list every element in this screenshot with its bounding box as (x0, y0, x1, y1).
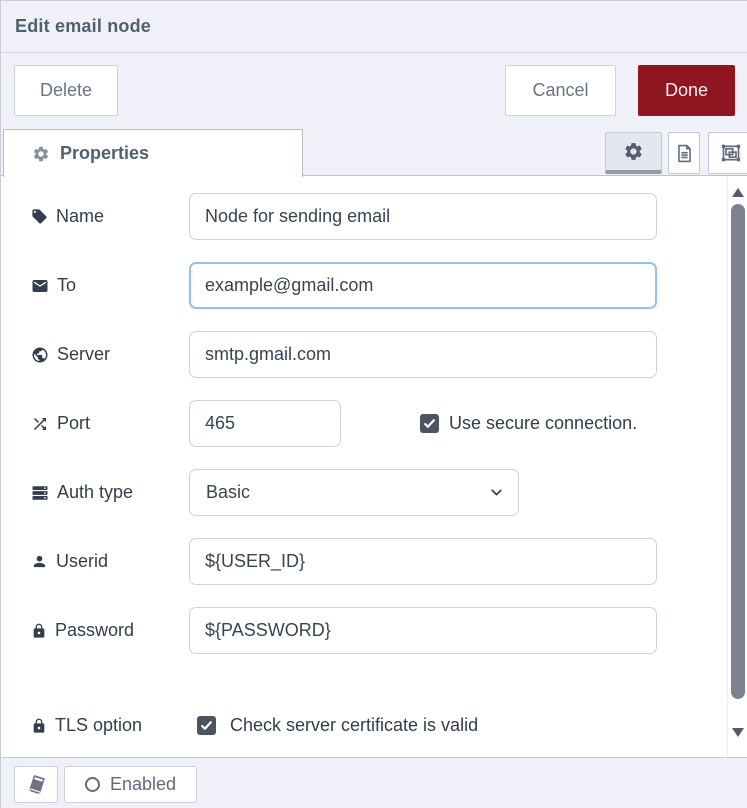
tab-row: Properties (1, 127, 747, 176)
port-label: Port (31, 400, 90, 447)
check-certificate-label: Check server certificate is valid (230, 702, 478, 749)
lock-icon (31, 718, 47, 734)
node-enabled-toggle[interactable]: Enabled (64, 766, 197, 803)
password-label: Password (31, 607, 134, 654)
to-label-text: To (57, 275, 76, 296)
auth-type-label-text: Auth type (57, 482, 133, 503)
password-label-text: Password (55, 620, 134, 641)
book-icon (26, 774, 47, 795)
to-input[interactable] (189, 262, 657, 309)
tab-properties-label: Properties (60, 143, 149, 164)
name-label-text: Name (56, 206, 104, 227)
tag-icon (31, 208, 48, 225)
auth-type-selected-value: Basic (206, 482, 250, 503)
form-row-server: Server (1, 331, 727, 378)
form-row-userid: Userid (1, 538, 727, 585)
server-stack-icon (31, 484, 49, 502)
form-row-to: To (1, 262, 727, 309)
user-icon (31, 553, 48, 570)
document-icon (675, 144, 694, 163)
chevron-down-icon (488, 484, 505, 501)
port-label-text: Port (57, 413, 90, 434)
dialog-title: Edit email node (15, 16, 151, 37)
scroll-thumb[interactable] (731, 204, 745, 699)
tls-option-label-text: TLS option (55, 715, 142, 736)
name-label: Name (31, 193, 104, 240)
form-row-tls-option: TLS option Check server certificate is v… (1, 702, 727, 749)
userid-input[interactable] (189, 538, 657, 585)
check-icon (423, 417, 436, 430)
gear-icon (623, 141, 644, 162)
gear-icon (32, 145, 50, 163)
server-label-text: Server (57, 344, 110, 365)
enabled-label: Enabled (110, 774, 176, 795)
edit-email-node-dialog: Edit email node Delete Cancel Done Prope… (0, 0, 747, 808)
userid-label: Userid (31, 538, 108, 585)
secure-connection-label: Use secure connection. (449, 400, 637, 447)
to-label: To (31, 262, 76, 309)
cancel-button[interactable]: Cancel (505, 65, 616, 116)
properties-tab-button[interactable] (605, 132, 662, 174)
status-circle-icon (85, 777, 100, 792)
globe-icon (31, 346, 49, 364)
dialog-footer: Enabled (1, 757, 747, 808)
scroll-up-arrow[interactable] (732, 188, 744, 197)
dialog-header: Edit email node (1, 1, 747, 53)
password-input[interactable] (189, 607, 657, 654)
check-certificate-checkbox[interactable] (197, 716, 216, 735)
node-help-button[interactable] (14, 766, 58, 803)
action-button-bar: Delete Cancel Done (1, 53, 747, 127)
object-group-icon (721, 143, 741, 163)
lock-icon (31, 623, 47, 639)
userid-label-text: Userid (56, 551, 108, 572)
auth-type-select[interactable]: Basic (189, 469, 519, 516)
envelope-icon (31, 277, 49, 295)
delete-button[interactable]: Delete (14, 65, 118, 116)
check-icon (200, 719, 213, 732)
done-button[interactable]: Done (638, 65, 735, 116)
name-input[interactable] (189, 193, 657, 240)
tab-properties[interactable]: Properties (3, 129, 303, 177)
form-row-name: Name (1, 193, 727, 240)
secure-connection-checkbox[interactable] (420, 414, 439, 433)
form-row-auth-type: Auth type Basic (1, 469, 727, 516)
auth-type-label: Auth type (31, 469, 133, 516)
shuffle-icon (31, 415, 49, 433)
description-tab-button[interactable] (668, 132, 700, 174)
tls-option-label: TLS option (31, 702, 142, 749)
scrollbar[interactable] (727, 176, 747, 757)
form-row-password: Password (1, 607, 727, 654)
server-input[interactable] (189, 331, 657, 378)
server-label: Server (31, 331, 110, 378)
appearance-tab-button[interactable] (708, 132, 747, 174)
scroll-down-arrow[interactable] (732, 728, 744, 737)
form-row-port: Port Use secure connection. (1, 400, 727, 447)
properties-form: Name To Server Port (1, 176, 747, 757)
port-input[interactable] (189, 400, 341, 447)
